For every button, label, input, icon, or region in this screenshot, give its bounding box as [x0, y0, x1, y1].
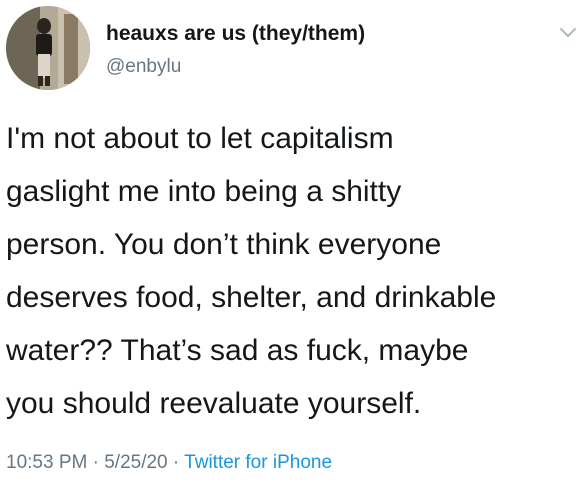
meta-separator: ·: [167, 452, 185, 473]
tweet-meta: 10:53 PM · 5/25/20 · Twitter for iPhone: [6, 452, 332, 474]
tweet-text-line: you should reevaluate yourself.: [6, 387, 422, 420]
tweet-text-line: I'm not about to let capitalism: [6, 122, 394, 155]
tweet-card: heauxs are us (they/them) @enbylu I'm no…: [0, 0, 586, 490]
tweet-text: I'm not about to let capitalism gaslight…: [6, 112, 581, 430]
tweet-date[interactable]: 5/25/20: [104, 452, 167, 473]
tweet-time[interactable]: 10:53 PM: [6, 452, 87, 473]
avatar[interactable]: [6, 6, 90, 90]
tweet-text-line: gaslight me into being a shitty: [6, 175, 402, 208]
tweet-source-link[interactable]: Twitter for iPhone: [184, 452, 332, 473]
profile-photo-avatar: [6, 6, 90, 90]
tweet-text-line: person. You don’t think everyone: [6, 228, 442, 261]
tweet-text-line: deserves food, shelter, and drinkable: [6, 281, 497, 314]
meta-separator: ·: [87, 452, 105, 473]
tweet-text-line: water?? That’s sad as fuck, maybe: [6, 334, 469, 367]
chevron-down-icon[interactable]: [558, 26, 578, 40]
user-handle[interactable]: @enbylu: [106, 56, 181, 78]
display-name[interactable]: heauxs are us (they/them): [106, 22, 365, 46]
